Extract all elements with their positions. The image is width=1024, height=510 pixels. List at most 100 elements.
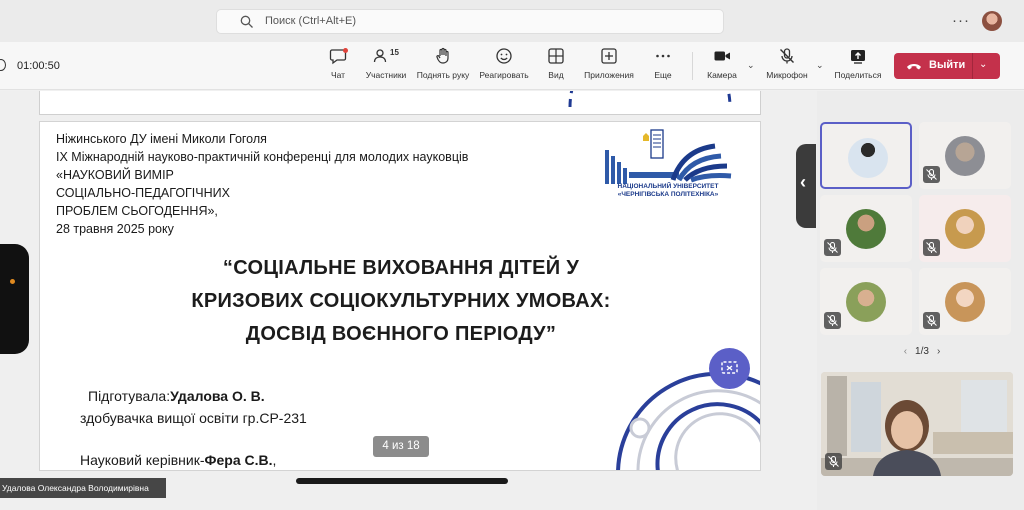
raise-hand-button[interactable]: Поднять руку xyxy=(413,46,473,80)
collapse-panel-button[interactable]: ‹ xyxy=(796,144,816,228)
prepared-label: Підготувала: xyxy=(88,388,171,404)
screen-focus-icon xyxy=(721,361,738,374)
focus-content-button[interactable] xyxy=(709,348,750,389)
recording-dot-icon xyxy=(10,279,15,284)
mic-muted-icon xyxy=(923,239,940,256)
presenter-name-label: Удалова Олександра Володимирівна xyxy=(0,478,166,498)
timer-icon xyxy=(0,59,6,71)
ellipsis-icon xyxy=(656,54,670,58)
slide-date: 28 травня 2025 року xyxy=(56,222,174,236)
participants-button[interactable]: 15 Участники xyxy=(362,46,410,80)
react-label: Реагировать xyxy=(479,70,529,80)
participant-tile[interactable] xyxy=(820,195,912,262)
logo-text-line-2: «ЧЕРНІГІВСЬКА ПОЛІТЕХНІКА» xyxy=(617,191,719,198)
supervisor-label: Науковий керівник- xyxy=(80,452,205,468)
title-bar: Поиск (Ctrl+Alt+E) ··· xyxy=(0,0,1024,42)
slide-conference-name-2: СОЦІАЛЬНО-ПЕДАГОГІЧНИХ xyxy=(56,186,230,200)
slide-org-line: Ніжинського ДУ імені Миколи Гоголя xyxy=(56,132,267,146)
prepared-name: Удалова О. В. xyxy=(170,388,265,404)
gallery-pager: ‹ 1/3 › xyxy=(887,346,957,357)
slide-title-line-3: ДОСВІД ВОЄННОГО ПЕРІОДУ” xyxy=(245,323,557,345)
avatar xyxy=(846,282,886,322)
more-options-icon[interactable]: ··· xyxy=(952,12,970,29)
slide-title-line-2: КРИЗОВИХ СОЦІОКУЛЬТУРНИХ УМОВАХ: xyxy=(191,290,611,312)
chevron-left-icon[interactable]: ‹ xyxy=(904,346,907,357)
supervisor-suffix: , xyxy=(272,452,277,468)
search-icon xyxy=(240,15,253,28)
slide-prepared-by: Підготувала:Удалова О. В. xyxy=(88,388,265,404)
mic-muted-icon xyxy=(824,239,841,256)
slide-conference-name-3: ПРОБЛЕМ СЬОГОДЕННЯ», xyxy=(56,204,218,218)
slide-supervisor: Науковий керівник-Фера С.В., xyxy=(80,452,276,468)
mic-muted-icon xyxy=(780,48,794,64)
camera-icon xyxy=(714,51,730,61)
camera-button[interactable]: Камера xyxy=(704,46,740,80)
leave-button[interactable]: Выйти ⌄ xyxy=(894,53,1000,79)
mic-muted-icon xyxy=(923,166,940,183)
side-pill-control[interactable] xyxy=(0,244,29,354)
meeting-timer: 01:00:50 xyxy=(17,60,60,72)
more-label: Еще xyxy=(654,70,672,80)
avatar xyxy=(848,138,888,178)
chat-label: Чат xyxy=(330,70,346,80)
share-button[interactable]: Поделиться xyxy=(832,46,884,80)
share-label: Поделиться xyxy=(834,70,882,80)
mic-muted-icon xyxy=(824,312,841,329)
self-video-image xyxy=(821,372,1013,476)
avatar xyxy=(846,209,886,249)
notification-dot xyxy=(343,48,348,53)
slide-conference-line: ІХ Міжнародній науково-практичній конфер… xyxy=(56,150,469,164)
chevron-right-icon[interactable]: › xyxy=(937,346,940,357)
participants-count: 15 xyxy=(390,48,399,57)
camera-options-chevron-icon[interactable]: ⌄ xyxy=(747,60,755,71)
toolbar-divider xyxy=(692,52,693,80)
view-label: Вид xyxy=(548,70,564,80)
leave-label: Выйти xyxy=(929,59,966,71)
leave-options-chevron-icon[interactable]: ⌄ xyxy=(979,59,987,70)
horizontal-scrollbar[interactable] xyxy=(296,478,508,484)
camera-label: Камера xyxy=(707,70,737,80)
meeting-window: Поиск (Ctrl+Alt+E) ··· 01:00:50 Чат 15 У… xyxy=(0,0,1024,510)
apps-button[interactable]: Приложения xyxy=(582,46,636,80)
participant-tile[interactable] xyxy=(919,268,1011,335)
react-button[interactable]: Реагировать xyxy=(476,46,532,80)
participant-tile[interactable] xyxy=(820,122,912,189)
people-icon xyxy=(373,49,387,63)
slide-title-line-1: “СОЦІАЛЬНЕ ВИХОВАННЯ ДІТЕЙ У xyxy=(222,257,580,279)
avatar[interactable] xyxy=(982,11,1002,31)
self-video-tile[interactable] xyxy=(821,372,1013,476)
arc-decoration xyxy=(568,91,732,108)
university-logo-text: НАЦІОНАЛЬНИЙ УНІВЕРСИТЕТ «ЧЕРНІГІВСЬКА П… xyxy=(598,183,738,199)
view-button[interactable]: Вид xyxy=(543,46,569,80)
mic-options-chevron-icon[interactable]: ⌄ xyxy=(816,60,824,71)
participant-tile[interactable] xyxy=(820,268,912,335)
leave-divider xyxy=(972,53,973,79)
meeting-toolbar: 01:00:50 Чат 15 Участники Поднять руку Р… xyxy=(0,42,1024,90)
apps-label: Приложения xyxy=(584,70,634,80)
chevron-left-icon: ‹ xyxy=(800,172,806,192)
participant-tile[interactable] xyxy=(919,195,1011,262)
search-box[interactable]: Поиск (Ctrl+Alt+E) xyxy=(216,9,724,34)
smile-icon xyxy=(496,48,512,64)
slide-conference-name-1: «НАУКОВИЙ ВИМІР xyxy=(56,168,174,182)
slide-student-info: здобувачка вищої освіти гр.СР-231 xyxy=(80,410,307,426)
share-screen-icon xyxy=(851,50,865,64)
add-app-icon xyxy=(601,48,617,64)
slide-page-counter: 4 из 18 xyxy=(373,436,429,457)
phone-hangup-icon xyxy=(907,64,921,70)
avatar xyxy=(945,136,985,176)
mic-muted-icon xyxy=(923,312,940,329)
more-button[interactable]: Еще xyxy=(650,46,676,80)
participant-tile[interactable] xyxy=(919,122,1011,189)
hand-icon xyxy=(436,47,449,64)
participants-label: Участники xyxy=(365,70,407,80)
chat-button[interactable]: Чат xyxy=(325,46,351,80)
mic-label: Микрофон xyxy=(766,70,808,80)
raise-hand-label: Поднять руку xyxy=(416,70,470,80)
gallery-page-label: 1/3 xyxy=(915,346,929,357)
supervisor-name: Фера С.В. xyxy=(204,452,273,468)
avatar xyxy=(945,209,985,249)
microphone-button[interactable]: Микрофон xyxy=(763,46,811,80)
presentation-slide: Ніжинського ДУ імені Миколи Гоголя ІХ Мі… xyxy=(39,121,761,471)
grid-icon xyxy=(548,48,564,64)
